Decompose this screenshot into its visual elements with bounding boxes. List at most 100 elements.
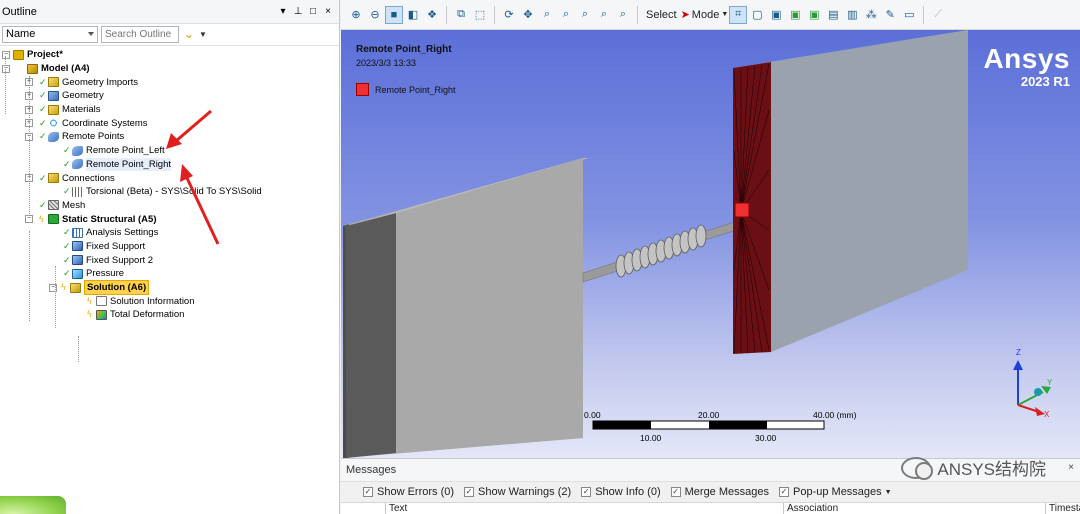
- scale-label-40: 40.00 (mm): [813, 410, 857, 420]
- total-deformation-icon: [96, 309, 107, 320]
- extend-selection-icon[interactable]: ⁂: [862, 6, 880, 24]
- body-select-icon[interactable]: ▣: [786, 6, 804, 24]
- face-cube-icon[interactable]: ◧: [404, 6, 422, 24]
- check-icon: ✓: [63, 268, 71, 279]
- toolbar-separator: [637, 5, 638, 24]
- lightning-icon: ϟ: [87, 309, 92, 320]
- face-select-icon[interactable]: ▣: [767, 6, 785, 24]
- brand-name: Ansys: [983, 43, 1070, 74]
- chat-bubble-icon: [901, 456, 934, 480]
- zoom-next-icon[interactable]: ⌕: [614, 6, 632, 24]
- header-spacer: [341, 503, 385, 514]
- show-info-label: Show Info: [595, 486, 645, 498]
- checkbox-checked-icon: ✓: [670, 487, 681, 497]
- node-icon[interactable]: ▥: [843, 6, 861, 24]
- lightning-icon: ϟ: [87, 295, 92, 306]
- zoom-box-icon[interactable]: ⌕: [557, 6, 575, 24]
- warnings-count: (2): [557, 486, 572, 498]
- zoom-icon[interactable]: ⌕: [538, 6, 556, 24]
- triad-z-label: Z: [1016, 348, 1021, 357]
- checkbox-checked-icon: ✓: [581, 487, 592, 497]
- tree-label-selected: Solution (A6): [84, 280, 150, 296]
- mode-label: Mode: [691, 8, 720, 21]
- tree-label: Total Deformation: [110, 309, 185, 321]
- 3d-viewport[interactable]: Remote Point_Right 2023/3/3 13:33 Remote…: [341, 30, 1080, 458]
- legend-label: Remote Point_Right: [375, 84, 456, 95]
- legend-swatch: [356, 83, 369, 96]
- coordinate-triad: [1013, 360, 1051, 416]
- annotation-arrow-line: [185, 177, 220, 245]
- right-block-front-face: [771, 30, 968, 352]
- element-face-icon[interactable]: ▤: [824, 6, 842, 24]
- clear-selection-icon[interactable]: ✎: [881, 6, 899, 24]
- column-association[interactable]: Association: [783, 503, 1045, 514]
- desktop-corner-graphic: [0, 496, 66, 514]
- shaft-left: [582, 261, 622, 283]
- checkbox-checked-icon: ✓: [363, 487, 373, 497]
- remote-point-marker[interactable]: [734, 202, 750, 218]
- annotation-arrowhead: [166, 133, 182, 149]
- tree-connector: [55, 266, 56, 328]
- popup-messages-toggle[interactable]: ✓ Pop-up Messages ▼: [779, 486, 892, 498]
- tree-label: Pressure: [86, 268, 125, 280]
- checkbox-checked-icon: ✓: [779, 487, 789, 497]
- tree-item-solution-information[interactable]: ϟ Solution Information: [0, 294, 339, 308]
- show-errors-toggle[interactable]: ✓ Show Errors (0): [363, 486, 454, 498]
- solid-cube-icon[interactable]: ■: [385, 5, 403, 24]
- scale-bar: [592, 420, 825, 430]
- pressure-icon: [72, 268, 83, 279]
- scale-label-0: 0.00: [584, 410, 601, 420]
- cursor-icon: ➤: [680, 9, 690, 21]
- messages-close-icon[interactable]: ×: [1068, 462, 1074, 473]
- annotation-arrow-line: [175, 109, 212, 143]
- rotate-icon[interactable]: ⟳: [500, 6, 518, 24]
- annotation-arrows: [166, 109, 220, 245]
- tree-item-pressure[interactable]: ✓ Pressure: [0, 267, 339, 281]
- vertex-select-icon[interactable]: ⌗: [729, 5, 748, 24]
- toolbar-separator: [446, 5, 447, 24]
- lightning-icon: ϟ: [61, 282, 66, 293]
- show-errors-label: Show Errors: [377, 486, 438, 498]
- select-label[interactable]: Select: [643, 9, 680, 21]
- column-text[interactable]: Text: [385, 503, 783, 514]
- scale-label-10: 10.00: [640, 433, 662, 443]
- edge-select-icon[interactable]: ▢: [748, 6, 766, 24]
- viewport-legend: Remote Point_Right: [356, 83, 456, 96]
- merge-messages-toggle[interactable]: ✓ Merge Messages: [670, 486, 769, 498]
- checkbox-checked-icon: ✓: [464, 487, 475, 497]
- element-select-icon[interactable]: ▣: [805, 6, 823, 24]
- show-info-toggle[interactable]: ✓ Show Info (0): [581, 486, 661, 498]
- tree-item-total-deformation[interactable]: ϟ Total Deformation: [0, 308, 339, 322]
- zoom-in-icon[interactable]: ⊕: [347, 6, 365, 24]
- box-select-icon[interactable]: ⬚: [471, 6, 489, 24]
- show-warnings-label: Show Warnings: [478, 486, 555, 498]
- ansys-brand: Ansys 2023 R1: [983, 43, 1070, 90]
- column-timestamp[interactable]: Timesta: [1045, 503, 1080, 514]
- popup-messages-label: Pop-up Messages: [793, 486, 882, 498]
- chevron-down-icon: ▼: [884, 488, 892, 496]
- selection-info-icon[interactable]: ▭: [900, 6, 918, 24]
- scale-label-20: 20.00: [698, 410, 720, 420]
- solution-information-icon: [96, 296, 107, 307]
- zoom-out-icon[interactable]: ⊖: [366, 6, 384, 24]
- show-warnings-toggle[interactable]: ✓ Show Warnings (2): [464, 486, 571, 498]
- outline-panel: Outline ▾ ⊥ □ × Name ⌄ ▼: [0, 0, 340, 514]
- zoom-previous-icon[interactable]: ⌕: [595, 6, 613, 24]
- node-select-icon[interactable]: ⧉: [452, 6, 470, 24]
- triad-y-label: Y: [1047, 378, 1053, 387]
- mode-dropdown[interactable]: ➤ Mode ▼: [680, 8, 729, 22]
- pan-icon[interactable]: ✥: [519, 6, 537, 24]
- chart-icon[interactable]: ⟋: [929, 6, 947, 24]
- edge-cube-icon[interactable]: ❖: [423, 6, 441, 24]
- triad-x-label: X: [1044, 410, 1050, 419]
- zoom-fit-icon[interactable]: ⌕: [576, 6, 594, 24]
- brand-version: 2023 R1: [1020, 74, 1070, 89]
- toolbar-separator: [494, 5, 495, 24]
- graphics-toolbar: ⊕ ⊖ ■ ◧ ❖ ⧉ ⬚ ⟳ ✥ ⌕ ⌕ ⌕ ⌕ ⌕ Select ➤ Mod…: [341, 0, 1080, 30]
- tree-item-solution[interactable]: − ϟ Solution (A6): [0, 280, 339, 296]
- mechanical-window: Outline ▾ ⊥ □ × Name ⌄ ▼: [0, 0, 1080, 514]
- scale-label-30: 30.00: [755, 433, 777, 443]
- chevron-down-icon: ▼: [721, 11, 729, 18]
- viewport-date: 2023/3/3 13:33: [356, 58, 417, 68]
- toolbar-separator: [923, 5, 925, 24]
